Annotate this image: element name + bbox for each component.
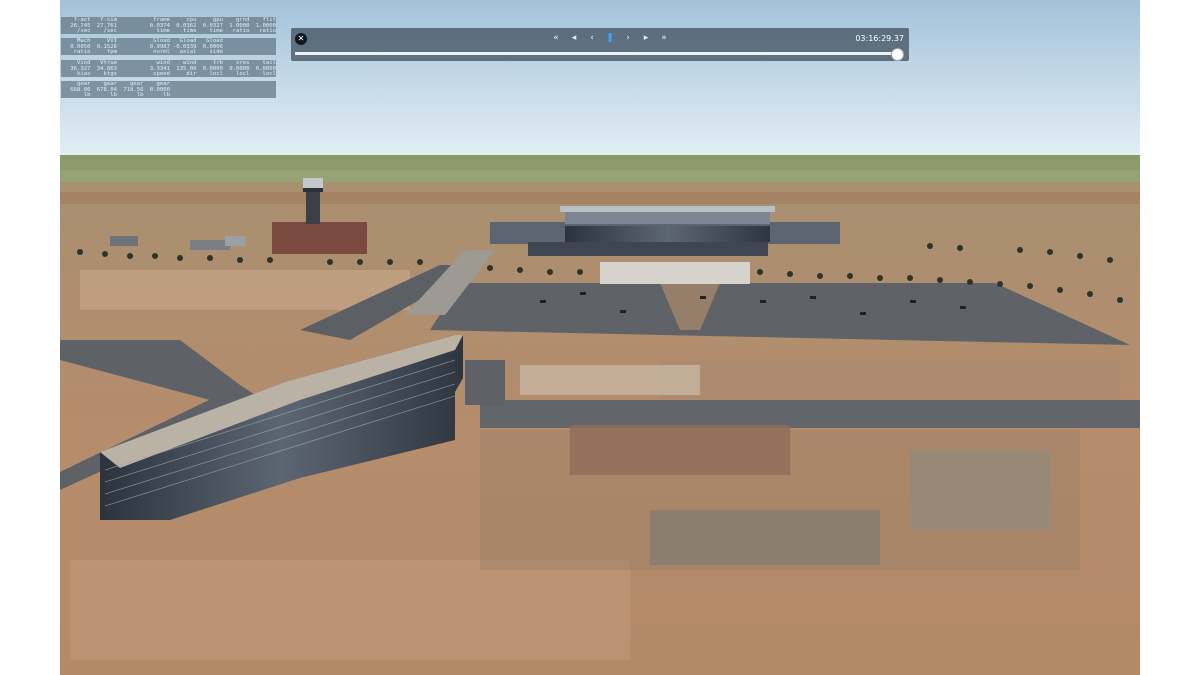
stats-cell: time [156, 28, 170, 34]
stats-cell: ktgs [103, 71, 117, 77]
stats-cell: time [209, 28, 223, 34]
pause-button[interactable]: ❚ [603, 30, 617, 46]
stats-cell [170, 93, 197, 98]
replay-scrubber[interactable] [295, 48, 904, 61]
replay-progress-fill [295, 52, 897, 55]
stats-cell: lb [110, 92, 117, 98]
close-icon[interactable]: ✕ [295, 33, 307, 45]
stats-cell [117, 72, 144, 77]
step-back-button[interactable]: ‹ [585, 30, 599, 46]
stats-cell: lb [163, 92, 170, 98]
step-forward-button[interactable]: › [621, 30, 635, 46]
stats-panel: f-act f-sim frame cpu gpu grnd flit 26.745 27.76… [61, 17, 276, 34]
stats-cell [117, 29, 144, 34]
replay-time: 03:16:29.37 [855, 34, 904, 43]
stats-cell [197, 93, 224, 98]
stats-cell: ratio [73, 49, 91, 55]
stats-cell [250, 50, 277, 55]
stats-cell [223, 50, 250, 55]
stats-cell: axial [179, 49, 197, 55]
stats-units-row: ratio fpm norml axial side [64, 50, 273, 55]
stats-cell: ratio [259, 28, 276, 34]
stats-cell [223, 93, 250, 98]
stats-cell: locl [262, 71, 276, 77]
stats-cell: lb [83, 92, 91, 98]
stats-cell: locl [209, 71, 223, 77]
stats-cell: lb [136, 92, 144, 98]
stats-cell: kias [77, 71, 91, 77]
replay-controls: «◂ ‹ ❚ › ▸» [549, 30, 671, 46]
stats-cell: norml [153, 49, 170, 55]
stats-cell [250, 93, 277, 98]
stats-panel: Mach VVI Gload Gload Gload 0.0050 0.1526 0.9987… [61, 38, 276, 55]
stats-cell: ratio [232, 28, 250, 34]
stats-units-row: /sec/sec time time time ratio ratio [64, 28, 276, 34]
simulator-viewport[interactable]: f-act f-sim frame cpu gpu grnd flit 26.745 27.76… [60, 0, 1140, 675]
stats-cell: speed [153, 71, 170, 77]
stats-cell: fpm [106, 49, 117, 55]
stats-panel: Vind Vtrue wind wind trb sres tail 36.327 34.863… [61, 60, 276, 77]
stats-cell: locl [236, 71, 250, 77]
rewind-button[interactable]: ◂ [567, 30, 581, 46]
stats-cell: time [183, 28, 197, 34]
replay-scrub-handle[interactable] [890, 48, 904, 61]
play-button[interactable]: ▸ [639, 30, 653, 46]
stats-cell: /sec [77, 28, 91, 34]
stats-panel: gear gear gear gear 668.06 678.04 718.56 0.0000… [61, 81, 276, 98]
runway [480, 400, 1140, 428]
rewind-fast-button[interactable]: « [549, 30, 563, 46]
replay-control-bar: ✕ «◂ ‹ ❚ › ▸» 03:16:29.37 [291, 28, 909, 61]
stats-cell [117, 50, 144, 55]
fast-forward-button[interactable]: » [657, 30, 671, 46]
stats-cell: /sec [103, 28, 117, 34]
airport-scene [60, 0, 1140, 675]
stats-cell: side [209, 49, 223, 55]
stats-units-row: kias ktgs speed dir locl locl locl [64, 71, 276, 77]
stats-cell: dir [186, 71, 197, 77]
stats-units-row: lb lb lb lb [64, 93, 273, 98]
